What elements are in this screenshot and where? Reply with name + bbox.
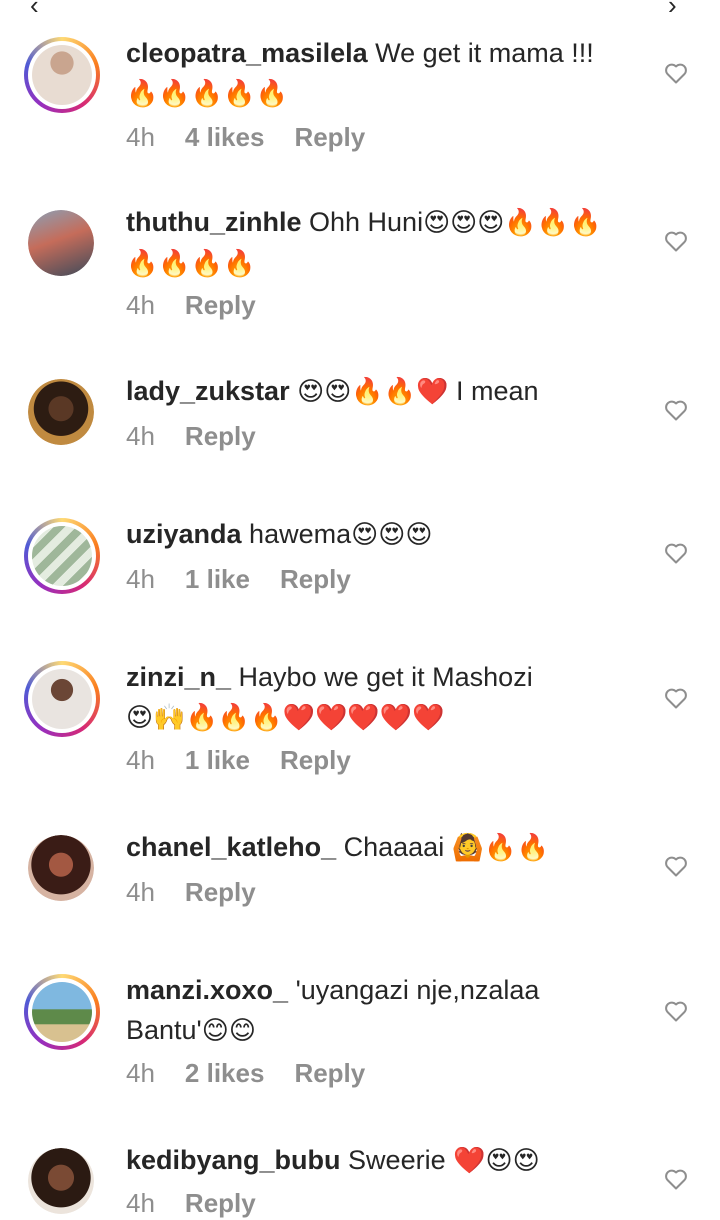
avatar[interactable] — [24, 206, 100, 282]
avatar[interactable] — [24, 661, 100, 737]
comment-likes[interactable]: 1 like — [185, 745, 250, 776]
comment-body: thuthu_zinhle Ohh Huni😍😍😍🔥🔥🔥🔥🔥🔥🔥 — [126, 202, 606, 284]
avatar[interactable] — [24, 831, 100, 907]
comment-body: cleopatra_masilela We get it mama !!! 🔥🔥… — [126, 33, 606, 114]
reply-button[interactable]: Reply — [280, 745, 351, 776]
heart-outline-icon[interactable] — [664, 687, 688, 709]
comment-username[interactable]: chanel_katleho_ — [126, 832, 336, 862]
comment-meta: 4h Reply — [126, 877, 286, 908]
avatar[interactable] — [24, 375, 100, 451]
comment-body: manzi.xoxo_ 'uyangazi nje,nzalaa Bantu'😊… — [126, 970, 556, 1051]
comment-meta: 4h Reply — [126, 421, 286, 452]
comment-time: 4h — [126, 290, 155, 320]
comment-likes[interactable]: 1 like — [185, 564, 250, 595]
more-options-icon[interactable]: › — [668, 0, 677, 18]
comment-meta: 4h 4 likes Reply — [126, 122, 395, 153]
heart-outline-icon[interactable] — [664, 230, 688, 252]
comment-body: zinzi_n_ Haybo we get it Mashozi 😍🙌🔥🔥🔥❤️… — [126, 657, 606, 738]
avatar[interactable] — [24, 518, 100, 594]
comment-username[interactable]: cleopatra_masilela — [126, 38, 368, 68]
reply-button[interactable]: Reply — [185, 421, 256, 452]
comment-text: I mean — [455, 376, 539, 406]
comment-body: uziyanda hawema😍😍😍 — [126, 514, 606, 555]
comment-text: Chaaaai — [343, 832, 445, 862]
back-chevron-icon[interactable]: ‹ — [30, 0, 39, 18]
avatar[interactable] — [24, 37, 100, 113]
comment-text: We get it mama !!! — [375, 38, 594, 68]
comment-username[interactable]: thuthu_zinhle — [126, 207, 301, 237]
reply-button[interactable]: Reply — [294, 122, 365, 153]
comment-text: hawema — [249, 519, 352, 549]
comment-emoji: 😍😍😍 — [351, 520, 433, 550]
comment-time: 4h — [126, 421, 155, 451]
comment-time: 4h — [126, 877, 155, 907]
comment-emoji: 😊😊 — [201, 1016, 256, 1046]
comment-time: 4h — [126, 122, 155, 152]
comment-emoji: 🔥🔥🔥🔥🔥 — [126, 79, 288, 109]
comment-meta: 4h Reply — [126, 290, 286, 321]
reply-button[interactable]: Reply — [185, 1188, 256, 1219]
comment-meta: 4h 1 like Reply — [126, 745, 381, 776]
heart-outline-icon[interactable] — [664, 542, 688, 564]
comment-body: chanel_katleho_ Chaaaai 🙆🔥🔥 — [126, 827, 606, 868]
comment-username[interactable]: manzi.xoxo_ — [126, 975, 288, 1005]
comment-likes[interactable]: 2 likes — [185, 1058, 265, 1089]
comment-meta: 4h 1 like Reply — [126, 564, 381, 595]
comment-time: 4h — [126, 745, 155, 775]
comment-username[interactable]: uziyanda — [126, 519, 242, 549]
reply-button[interactable]: Reply — [185, 877, 256, 908]
heart-outline-icon[interactable] — [664, 855, 688, 877]
heart-outline-icon[interactable] — [664, 1168, 688, 1190]
comment-time: 4h — [126, 1058, 155, 1088]
comment-likes[interactable]: 4 likes — [185, 122, 265, 153]
comment-text: Haybo we get it Mashozi — [238, 662, 533, 692]
comment-meta: 4h 2 likes Reply — [126, 1058, 395, 1089]
comment-time: 4h — [126, 564, 155, 594]
heart-outline-icon[interactable] — [664, 1000, 688, 1022]
comment-emoji: ❤️😍😍 — [453, 1146, 540, 1176]
avatar[interactable] — [24, 974, 100, 1050]
comment-text: Sweerie — [348, 1145, 446, 1175]
comment-body: kedibyang_bubu Sweerie ❤️😍😍 — [126, 1140, 606, 1181]
reply-button[interactable]: Reply — [185, 290, 256, 321]
comment-emoji: 🙆🔥🔥 — [451, 833, 549, 863]
comment-username[interactable]: kedibyang_bubu — [126, 1145, 341, 1175]
comment-body: lady_zukstar 😍😍🔥🔥❤️ I mean — [126, 371, 606, 412]
comment-emoji: 😍🙌🔥🔥🔥❤️❤️❤️❤️❤️ — [126, 703, 445, 733]
reply-button[interactable]: Reply — [294, 1058, 365, 1089]
avatar[interactable] — [24, 1144, 100, 1220]
comment-username[interactable]: lady_zukstar — [126, 376, 290, 406]
heart-outline-icon[interactable] — [664, 62, 688, 84]
comment-text: Ohh Huni — [309, 207, 424, 237]
comment-emoji: 😍😍🔥🔥❤️ — [297, 377, 449, 407]
heart-outline-icon[interactable] — [664, 399, 688, 421]
comment-time: 4h — [126, 1188, 155, 1218]
comment-username[interactable]: zinzi_n_ — [126, 662, 231, 692]
comment-meta: 4h Reply — [126, 1188, 286, 1219]
reply-button[interactable]: Reply — [280, 564, 351, 595]
